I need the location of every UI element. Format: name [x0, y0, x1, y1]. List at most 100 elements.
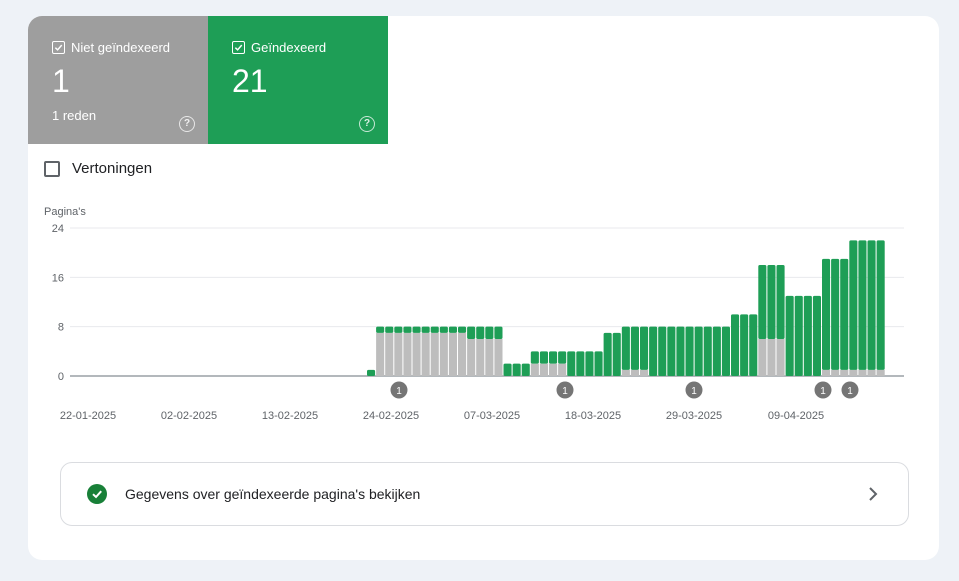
- bar-indexed: [803, 295, 812, 376]
- annotation-marker[interactable]: 1: [556, 381, 574, 399]
- checkmark-icon: [54, 44, 63, 51]
- annotation-marker[interactable]: 1: [841, 381, 859, 399]
- bar-indexed: [585, 351, 594, 376]
- bar-not-indexed: [776, 339, 785, 376]
- annotation-label: 1: [847, 386, 853, 397]
- bar-indexed: [403, 326, 412, 333]
- bar-indexed: [603, 332, 612, 376]
- help-icon[interactable]: ?: [179, 116, 195, 132]
- y-tick-label: 24: [52, 223, 64, 235]
- bar-indexed: [549, 351, 558, 364]
- bar-indexed: [767, 265, 776, 339]
- y-tick-label: 16: [52, 272, 64, 284]
- bar-indexed: [685, 326, 694, 376]
- help-icon[interactable]: ?: [359, 116, 375, 132]
- x-tick-label: 09-04-2025: [768, 410, 824, 422]
- annotation-label: 1: [396, 386, 402, 397]
- y-tick-label: 8: [58, 322, 64, 334]
- y-tick-label: 0: [58, 371, 64, 383]
- bar-indexed: [421, 326, 430, 333]
- bar-indexed: [521, 363, 530, 376]
- impressions-label: Vertoningen: [72, 160, 153, 177]
- bar-indexed: [812, 295, 821, 376]
- bar-indexed: [831, 258, 840, 370]
- view-indexed-pages-link[interactable]: Gegevens over geïndexeerde pagina's beki…: [60, 462, 909, 526]
- bar-indexed: [867, 240, 876, 370]
- bar-indexed: [721, 326, 730, 376]
- bar-indexed: [448, 326, 457, 333]
- x-tick-label: 24-02-2025: [363, 410, 419, 422]
- bar-not-indexed: [467, 339, 476, 376]
- indexed-tile[interactable]: Geïndexeerd 21 ?: [208, 16, 388, 144]
- bar-indexed: [858, 240, 867, 370]
- annotation-marker[interactable]: 1: [390, 381, 408, 399]
- indexed-label: Geïndexeerd: [251, 40, 327, 55]
- not-indexed-tile[interactable]: Niet geïndexeerd 1 1 reden ?: [28, 16, 208, 144]
- annotation-marker[interactable]: 1: [814, 381, 832, 399]
- bar-indexed: [658, 326, 667, 376]
- bar-indexed: [494, 326, 503, 339]
- bar-indexed: [485, 326, 494, 339]
- bar-indexed: [412, 326, 421, 333]
- bar-not-indexed: [530, 363, 539, 376]
- annotation-label: 1: [820, 386, 826, 397]
- annotation-label: 1: [562, 386, 568, 397]
- indexed-value: 21: [232, 63, 268, 99]
- view-indexed-pages-label: Gegevens over geïndexeerde pagina's beki…: [125, 486, 421, 502]
- bar-indexed: [785, 295, 794, 376]
- bar-not-indexed: [394, 332, 403, 376]
- bar-not-indexed: [448, 332, 457, 376]
- not-indexed-checkbox[interactable]: [52, 41, 65, 54]
- bar-indexed: [840, 258, 849, 370]
- annotation-label: 1: [691, 386, 697, 397]
- x-tick-label: 07-03-2025: [464, 410, 520, 422]
- bar-not-indexed: [840, 369, 849, 376]
- bar-indexed: [467, 326, 476, 339]
- bar-indexed: [476, 326, 485, 339]
- impressions-toggle[interactable]: Vertoningen: [44, 160, 152, 177]
- bar-indexed: [458, 326, 467, 333]
- bar-indexed: [703, 326, 712, 376]
- bar-indexed: [558, 351, 567, 364]
- bar-indexed: [776, 265, 785, 339]
- bar-not-indexed: [640, 369, 649, 376]
- bar-not-indexed: [849, 369, 858, 376]
- x-tick-label: 29-03-2025: [666, 410, 722, 422]
- bar-not-indexed: [421, 332, 430, 376]
- impressions-checkbox[interactable]: [44, 160, 60, 177]
- bar-indexed: [567, 351, 576, 376]
- bar-not-indexed: [403, 332, 412, 376]
- bar-indexed: [503, 363, 512, 376]
- bar-indexed: [621, 326, 630, 370]
- bar-indexed: [394, 326, 403, 333]
- bar-indexed: [430, 326, 439, 333]
- bar-indexed: [758, 265, 767, 339]
- bar-not-indexed: [867, 369, 876, 376]
- bar-indexed: [530, 351, 539, 364]
- index-coverage-card: Niet geïndexeerd 1 1 reden ? Geïndexeerd…: [28, 16, 939, 560]
- bar-not-indexed: [630, 369, 639, 376]
- bar-not-indexed: [485, 339, 494, 376]
- indexed-checkbox[interactable]: [232, 41, 245, 54]
- annotation-marker[interactable]: 1: [685, 381, 703, 399]
- bar-indexed: [667, 326, 676, 376]
- bar-indexed: [612, 332, 621, 376]
- bar-not-indexed: [430, 332, 439, 376]
- pages-bar-chart: Pagina's 0 8 16 24 22-01-2025 02-02-2025 13-02-…: [44, 206, 904, 422]
- bar-not-indexed: [558, 363, 567, 376]
- bar-indexed: [849, 240, 858, 370]
- y-axis-title: Pagina's: [44, 206, 86, 218]
- bar-indexed: [794, 295, 803, 376]
- bar-not-indexed: [412, 332, 421, 376]
- not-indexed-value: 1: [52, 63, 70, 99]
- not-indexed-header: Niet geïndexeerd: [52, 40, 208, 55]
- bar-indexed: [822, 258, 831, 370]
- bar-not-indexed: [385, 332, 394, 376]
- bar-indexed: [576, 351, 585, 376]
- chevron-right-icon: [869, 487, 878, 501]
- bar-not-indexed: [458, 332, 467, 376]
- bar-indexed: [749, 314, 758, 376]
- bar-not-indexed: [549, 363, 558, 376]
- bar-not-indexed: [822, 369, 831, 376]
- checkmark-icon: [234, 44, 243, 51]
